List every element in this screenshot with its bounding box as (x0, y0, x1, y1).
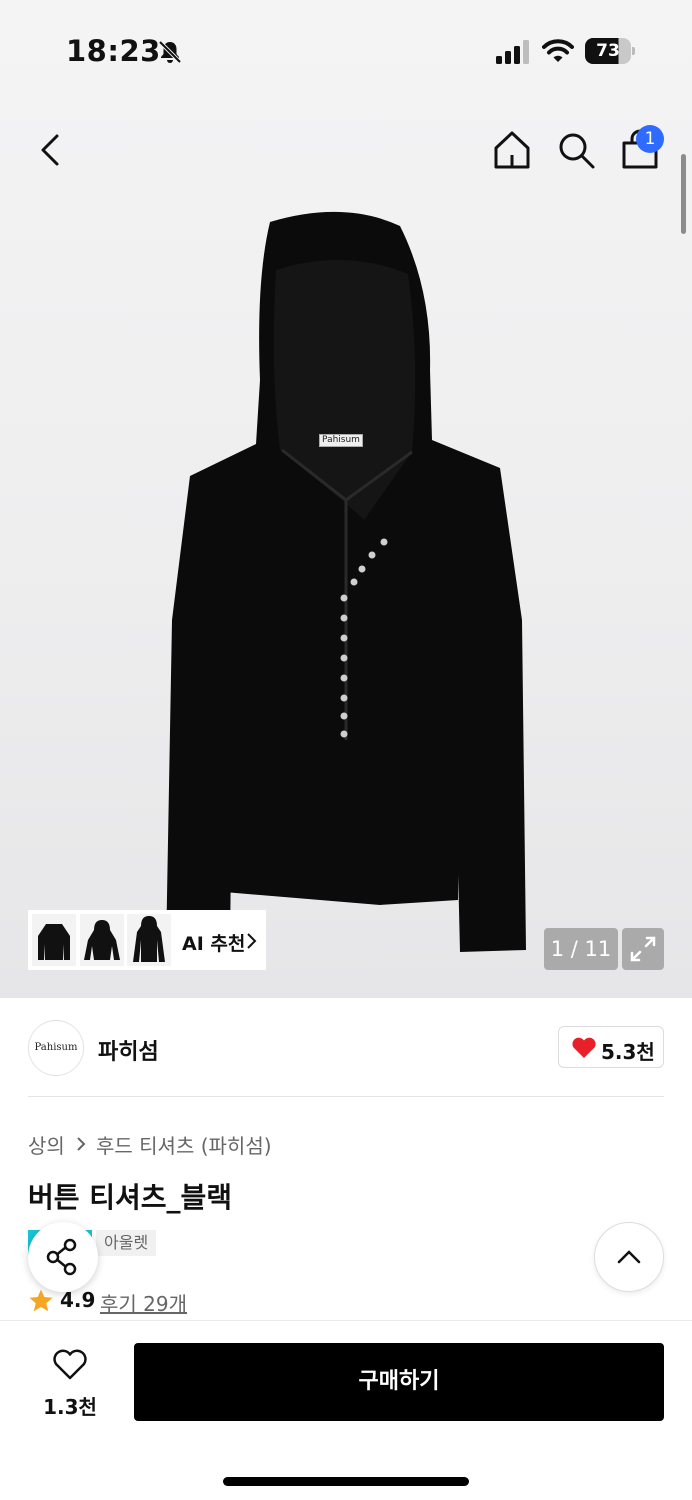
divider (28, 1096, 664, 1097)
breadcrumb-category[interactable]: 상의 (28, 1130, 65, 1159)
ai-recommend[interactable]: AI 추천 (28, 910, 266, 970)
chevron-right-icon (74, 1133, 88, 1153)
scrollbar[interactable] (681, 154, 686, 234)
share-button[interactable] (28, 1222, 98, 1292)
breadcrumb-subcategory[interactable]: 후드 티셔츠 (파히섬) (96, 1130, 272, 1159)
wifi-icon (542, 38, 574, 64)
product-gallery[interactable]: 18:23 73 1 Pahisum AI 추천 1 / 11 (0, 0, 692, 998)
wishlist-count: 1.3천 (43, 1395, 97, 1419)
scroll-top-button[interactable] (594, 1222, 664, 1292)
heart-outline-icon (52, 1349, 88, 1381)
wishlist-button[interactable]: 1.3천 (28, 1345, 112, 1425)
product-image[interactable] (150, 200, 542, 968)
bell-off-icon (156, 38, 184, 66)
share-icon (46, 1238, 77, 1276)
home-icon (494, 131, 530, 169)
battery-icon: 73 (585, 38, 635, 64)
back-button[interactable] (30, 128, 70, 172)
brand-name[interactable]: 파히섬 (98, 1034, 159, 1066)
search-icon (559, 133, 595, 169)
chevron-right-icon (244, 932, 258, 950)
chevron-up-icon (617, 1250, 641, 1264)
signal-icon (496, 40, 532, 64)
brand-like-count: 5.3천 (601, 1040, 655, 1064)
outlet-tag: 아울렛 (96, 1230, 157, 1256)
brand-logo[interactable]: Pahisum (28, 1020, 84, 1076)
brand-like-button[interactable]: 5.3천 (558, 1026, 664, 1068)
brand-row[interactable]: Pahisum 파히섬 5.3천 (0, 998, 692, 1098)
expand-button[interactable] (622, 928, 664, 970)
review-link[interactable]: 후기 29개 (100, 1288, 187, 1317)
garment-tag: Pahisum (319, 434, 363, 447)
ai-recommend-label: AI 추천 (182, 933, 246, 955)
recommend-thumb[interactable] (32, 914, 76, 966)
status-time: 18:23 (66, 34, 161, 68)
recommend-thumb[interactable] (127, 914, 171, 966)
image-counter: 1 / 11 (544, 928, 618, 970)
star-icon (28, 1288, 54, 1314)
expand-icon (630, 936, 656, 962)
product-title: 버튼 티셔츠_블랙 (28, 1181, 233, 1214)
home-button[interactable] (490, 128, 534, 172)
buy-button[interactable]: 구매하기 (134, 1343, 664, 1421)
rating-value: 4.9 (60, 1288, 96, 1312)
heart-filled-icon (571, 1037, 597, 1059)
recommend-thumb[interactable] (80, 914, 124, 966)
cart-count-badge: 1 (636, 125, 664, 153)
home-indicator[interactable] (223, 1477, 469, 1486)
bottom-action-bar: 1.3천 구매하기 (0, 1320, 692, 1500)
status-bar: 18:23 73 (0, 0, 692, 100)
battery-level: 73 (596, 41, 620, 61)
search-button[interactable] (554, 128, 598, 172)
